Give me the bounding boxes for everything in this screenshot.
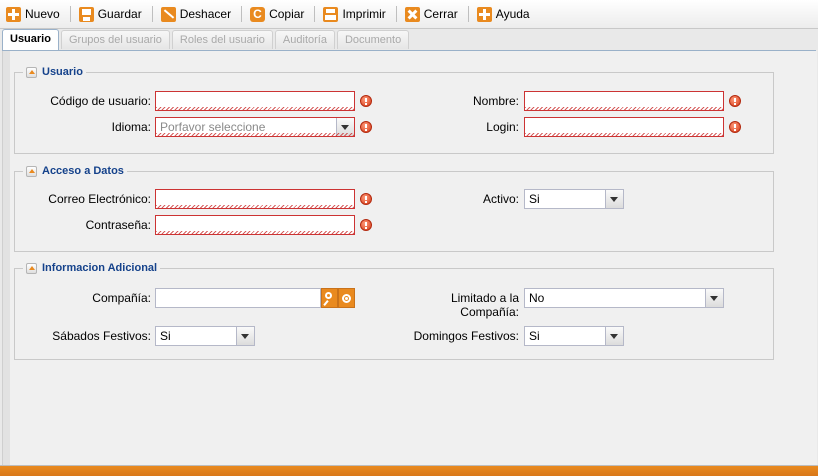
chevron-down-icon[interactable] — [336, 118, 354, 136]
print-label: Imprimir — [342, 7, 386, 21]
error-icon — [360, 121, 372, 133]
chevron-down-icon[interactable] — [705, 289, 723, 307]
save-label: Guardar — [97, 7, 142, 21]
toolbar-separator — [151, 6, 153, 22]
limitado-label-2: Compañía: — [460, 305, 519, 319]
collapse-toggle-icon[interactable] — [26, 262, 37, 274]
tab-usuario[interactable]: Usuario — [2, 29, 59, 50]
close-icon — [404, 6, 420, 22]
help-button[interactable]: Ayuda — [471, 3, 538, 25]
tab-roles-del-usuario[interactable]: Roles del usuario — [171, 30, 273, 49]
section-usuario-header: Usuario — [23, 65, 86, 79]
plus-icon — [6, 6, 21, 22]
nombre-input[interactable] — [524, 91, 724, 111]
idioma-select[interactable]: Porfavor seleccione — [155, 117, 355, 137]
form-panel: Usuario Código de usuario: Nombre: Idiom… — [2, 51, 817, 465]
help-label: Ayuda — [495, 7, 530, 21]
undo-button[interactable]: Deshacer — [155, 3, 239, 25]
panel-left-strip — [3, 51, 10, 465]
domingos-label: Domingos Festivos: — [413, 329, 519, 343]
limitado-label: Limitado a la — [450, 291, 519, 305]
copy-button[interactable]: Copiar — [244, 3, 312, 25]
toolbar-separator — [314, 6, 316, 22]
login-label: Login: — [486, 120, 519, 134]
new-label: Nuevo — [25, 7, 60, 21]
codigo-usuario-input[interactable] — [155, 91, 355, 111]
error-icon — [360, 193, 372, 205]
toolbar-separator — [395, 6, 397, 22]
chevron-down-icon[interactable] — [605, 327, 623, 345]
section-usuario: Usuario — [14, 65, 774, 154]
section-acceso-header: Acceso a Datos — [23, 164, 127, 178]
copy-label: Copiar — [269, 7, 305, 21]
sabados-select[interactable]: Si — [155, 326, 255, 346]
nombre-label: Nombre: — [472, 94, 519, 108]
toolbar-separator — [467, 6, 469, 22]
correo-label: Correo Electrónico: — [48, 192, 151, 206]
tab-bar: Usuario Grupos del usuario Roles del usu… — [2, 29, 411, 50]
idioma-placeholder: Porfavor seleccione — [160, 120, 266, 134]
save-icon — [78, 6, 94, 22]
section-informacion-adicional: Informacion Adicional — [14, 261, 774, 360]
help-icon — [476, 6, 492, 22]
collapse-toggle-icon[interactable] — [26, 66, 37, 78]
activo-value: Si — [529, 192, 540, 206]
codigo-usuario-label: Código de usuario: — [50, 94, 151, 108]
error-icon — [360, 95, 372, 107]
toolbar: Nuevo Guardar Deshacer Copiar Imprimir C… — [0, 0, 818, 29]
limitado-value: No — [529, 291, 545, 305]
domingos-value: Si — [529, 329, 540, 343]
search-icon[interactable] — [321, 288, 338, 308]
print-icon — [323, 6, 339, 22]
save-button[interactable]: Guardar — [73, 3, 150, 25]
footer-bar — [0, 466, 818, 476]
idioma-label: Idioma: — [111, 120, 151, 134]
password-input[interactable] — [155, 215, 355, 235]
tab-documento[interactable]: Documento — [336, 30, 410, 49]
compania-input[interactable] — [155, 288, 321, 308]
print-button[interactable]: Imprimir — [317, 3, 393, 25]
chevron-down-icon[interactable] — [605, 190, 623, 208]
password-label: Contraseña: — [85, 218, 151, 232]
activo-label: Activo: — [482, 192, 519, 206]
tab-grupos-del-usuario[interactable]: Grupos del usuario — [60, 30, 170, 49]
close-button[interactable]: Cerrar — [399, 3, 466, 25]
error-icon — [729, 121, 741, 133]
toolbar-separator — [69, 6, 71, 22]
domingos-select[interactable]: Si — [524, 326, 624, 346]
section-acceso-datos: Acceso a Datos — [14, 164, 774, 252]
compania-label: Compañía: — [92, 291, 151, 305]
section-info-title: Informacion Adicional — [42, 262, 158, 274]
chevron-down-icon[interactable] — [236, 327, 254, 345]
new-button[interactable]: Nuevo — [0, 3, 68, 25]
error-icon — [729, 95, 741, 107]
tab-auditoria[interactable]: Auditoría — [274, 30, 335, 49]
sabados-label: Sábados Festivos: — [52, 329, 151, 343]
section-usuario-title: Usuario — [42, 66, 83, 78]
close-label: Cerrar — [423, 7, 458, 21]
collapse-toggle-icon[interactable] — [26, 165, 37, 177]
login-input[interactable] — [524, 117, 724, 137]
gear-icon[interactable] — [338, 288, 355, 308]
limitado-select[interactable]: No — [524, 288, 724, 308]
activo-select[interactable]: Si — [524, 189, 624, 209]
copy-icon — [250, 6, 266, 22]
correo-input[interactable] — [155, 189, 355, 209]
section-acceso-title: Acceso a Datos — [42, 165, 124, 177]
sabados-value: Si — [160, 329, 171, 343]
undo-label: Deshacer — [179, 7, 232, 21]
error-icon — [360, 219, 372, 231]
section-info-header: Informacion Adicional — [23, 261, 161, 275]
undo-icon — [160, 6, 176, 22]
toolbar-separator — [241, 6, 243, 22]
